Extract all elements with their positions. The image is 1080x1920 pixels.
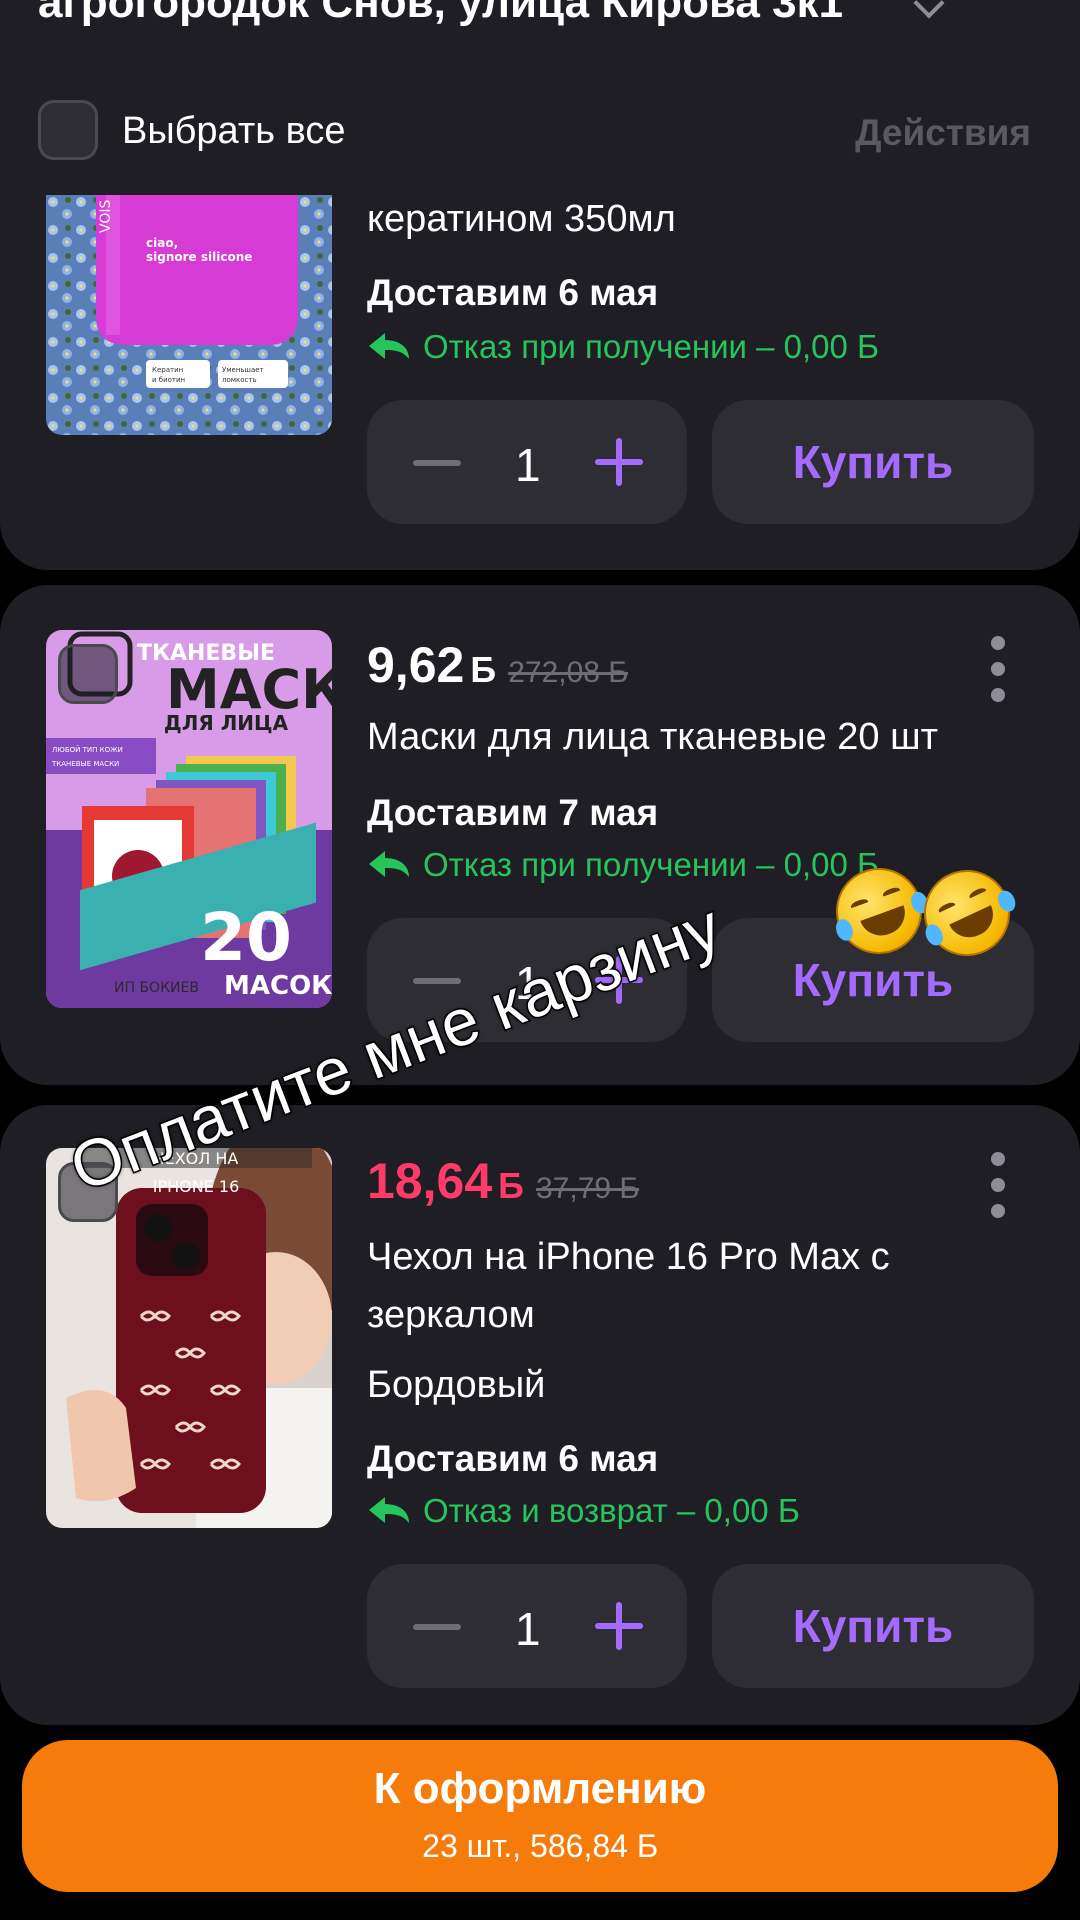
product-title-line-1[interactable]: Чехол на iPhone 16 Pro Max с <box>367 1228 890 1286</box>
return-policy-text: Отказ при получении – 0,00 Ƃ <box>423 328 879 365</box>
quantity-value: 1 <box>515 1603 541 1655</box>
svg-text:ломкость: ломкость <box>222 376 257 384</box>
plus-icon[interactable] <box>616 438 622 486</box>
svg-text:ЛЮБОЙ ТИП КОЖИ: ЛЮБОЙ ТИП КОЖИ <box>52 745 123 754</box>
svg-text:IPHONE 16: IPHONE 16 <box>153 1177 240 1196</box>
svg-text:20: 20 <box>200 899 292 976</box>
checkout-label: К оформлению <box>373 1764 707 1813</box>
checkout-summary: 23 шт., 586,84 Ƃ <box>422 1828 658 1864</box>
select-all-label[interactable]: Выбрать все <box>122 110 346 153</box>
select-all-row: Выбрать все Действия <box>38 100 1043 166</box>
buy-button[interactable]: Купить <box>712 400 1034 524</box>
svg-text:ДЛЯ ЛИЦА: ДЛЯ ЛИЦА <box>164 711 289 735</box>
decrease-button[interactable] <box>413 460 461 466</box>
return-policy: Отказ и возврат – 0,00 Ƃ <box>367 1492 799 1530</box>
product-title[interactable]: кератином 350мл <box>367 190 676 248</box>
decrease-button[interactable] <box>413 1624 461 1630</box>
return-policy: Отказ при получении – 0,00 Ƃ <box>367 846 879 884</box>
product-title-line-2[interactable]: зеркалом <box>367 1286 535 1344</box>
return-policy: Отказ при получении – 0,00 Ƃ <box>367 328 879 366</box>
delivery-date: Доставим 6 мая <box>367 272 659 313</box>
price-value: 18,64 <box>367 1153 493 1209</box>
quantity-stepper: 1 <box>367 400 687 524</box>
svg-text:ИП БОКИЕВ: ИП БОКИЕВ <box>114 980 199 996</box>
brand-text: VOIS <box>98 200 114 233</box>
svg-text:и биотин: и биотин <box>152 376 185 384</box>
checkout-button[interactable]: К оформлению 23 шт., 586,84 Ƃ <box>22 1740 1058 1892</box>
return-arrow-icon <box>369 851 409 877</box>
return-arrow-icon <box>369 333 409 359</box>
delivery-date: Доставим 7 мая <box>367 792 659 833</box>
svg-text:Кератин: Кератин <box>152 366 183 374</box>
return-policy-text: Отказ и возврат – 0,00 Ƃ <box>423 1492 800 1529</box>
quantity-value: 1 <box>515 439 541 491</box>
price: 18,64 Ƃ 37,79 Ƃ <box>367 1152 639 1210</box>
quantity-stepper: 1 <box>367 1564 687 1688</box>
product-image-shampoo[interactable]: VOIS ciao, signore silicone Кератин и би… <box>46 195 332 435</box>
currency-sign: Ƃ <box>498 1165 524 1206</box>
svg-text:ciao,: ciao, <box>146 236 178 250</box>
old-price: 272,08 Ƃ <box>508 656 628 689</box>
price: 9,62 Ƃ 272,08 Ƃ <box>367 636 628 694</box>
select-all-checkbox[interactable] <box>38 100 98 160</box>
delivery-address[interactable]: агрогородок Снов, улица Кирова 3к1 <box>38 0 843 28</box>
price-value: 9,62 <box>367 637 465 693</box>
currency-sign: Ƃ <box>470 649 497 690</box>
product-title[interactable]: Маски для лица тканевые 20 шт <box>367 708 938 766</box>
product-variant: Бордовый <box>367 1364 546 1406</box>
more-options-icon[interactable] <box>990 636 1006 704</box>
svg-text:Уменьшает: Уменьшает <box>222 366 264 374</box>
buy-button[interactable]: Купить <box>712 1564 1034 1688</box>
svg-text:МАСОК: МАСОК <box>224 971 332 1001</box>
old-price: 37,79 Ƃ <box>536 1172 640 1205</box>
actions-button[interactable]: Действия <box>855 112 1031 154</box>
item-checkbox[interactable] <box>58 644 118 704</box>
svg-text:ТКАНЕВЫЕ МАСКИ: ТКАНЕВЫЕ МАСКИ <box>51 760 119 768</box>
delivery-date: Доставим 6 мая <box>367 1438 659 1479</box>
plus-icon[interactable] <box>616 1602 622 1650</box>
return-policy-text: Отказ при получении – 0,00 Ƃ <box>423 846 879 883</box>
return-arrow-icon <box>369 1497 409 1523</box>
svg-text:signore silicone: signore silicone <box>146 250 252 264</box>
more-options-icon[interactable] <box>990 1152 1006 1220</box>
